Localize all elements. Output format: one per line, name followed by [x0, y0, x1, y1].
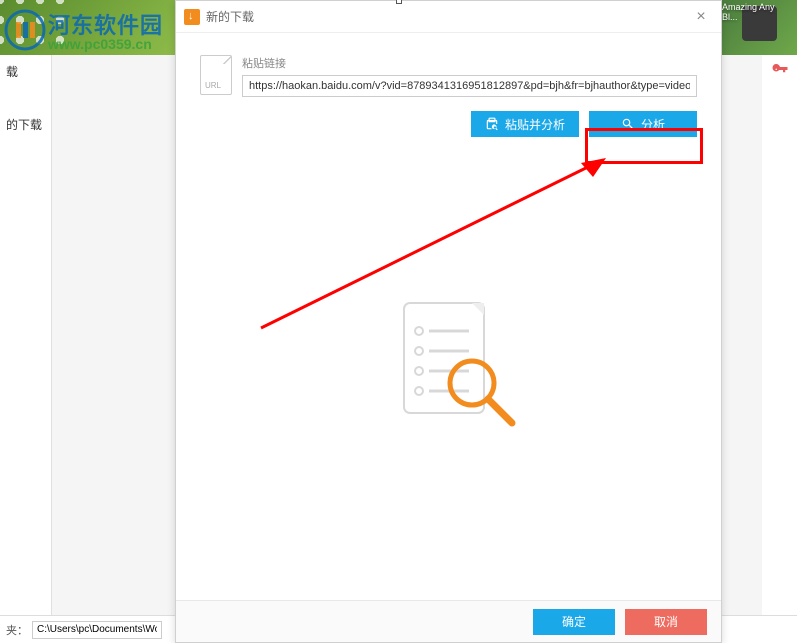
- resize-handle-icon: [396, 0, 402, 4]
- watermark: 河东软件园 www.pc0359.cn: [4, 8, 163, 52]
- dialog-body: URL 粘贴链接 粘贴并分析 分析: [176, 33, 721, 600]
- save-folder-input[interactable]: [32, 621, 162, 639]
- close-icon[interactable]: ×: [689, 5, 713, 29]
- analyze-label: 分析: [641, 116, 665, 133]
- dialog-footer: 确定 取消: [176, 600, 721, 642]
- desktop-app-label: Amazing Any Bl...: [722, 2, 792, 22]
- cancel-button[interactable]: 取消: [625, 609, 707, 635]
- analyze-button[interactable]: 分析: [589, 111, 697, 137]
- watermark-text-url: www.pc0359.cn: [48, 36, 163, 52]
- paste-analyze-button[interactable]: 粘贴并分析: [471, 111, 579, 137]
- paste-analyze-label: 粘贴并分析: [505, 116, 565, 133]
- wallpaper-right: Amazing Any Bl...: [722, 0, 797, 55]
- empty-state-illustration: [374, 293, 524, 453]
- new-download-dialog: 新的下载 × URL 粘贴链接 粘贴并分析 分析: [175, 0, 722, 643]
- url-file-icon: URL: [200, 55, 232, 95]
- url-icon-label: URL: [205, 81, 221, 90]
- search-icon: [621, 117, 635, 131]
- watermark-logo-icon: [4, 9, 46, 51]
- dialog-titlebar: 新的下载 ×: [176, 1, 721, 33]
- ok-button[interactable]: 确定: [533, 609, 615, 635]
- download-icon: [184, 9, 200, 25]
- paste-link-label: 粘贴链接: [242, 55, 697, 71]
- clipboard-search-icon: [485, 117, 499, 131]
- save-folder-label: 夹：: [6, 622, 28, 638]
- dialog-title: 新的下载: [206, 8, 689, 25]
- url-input[interactable]: [242, 75, 697, 97]
